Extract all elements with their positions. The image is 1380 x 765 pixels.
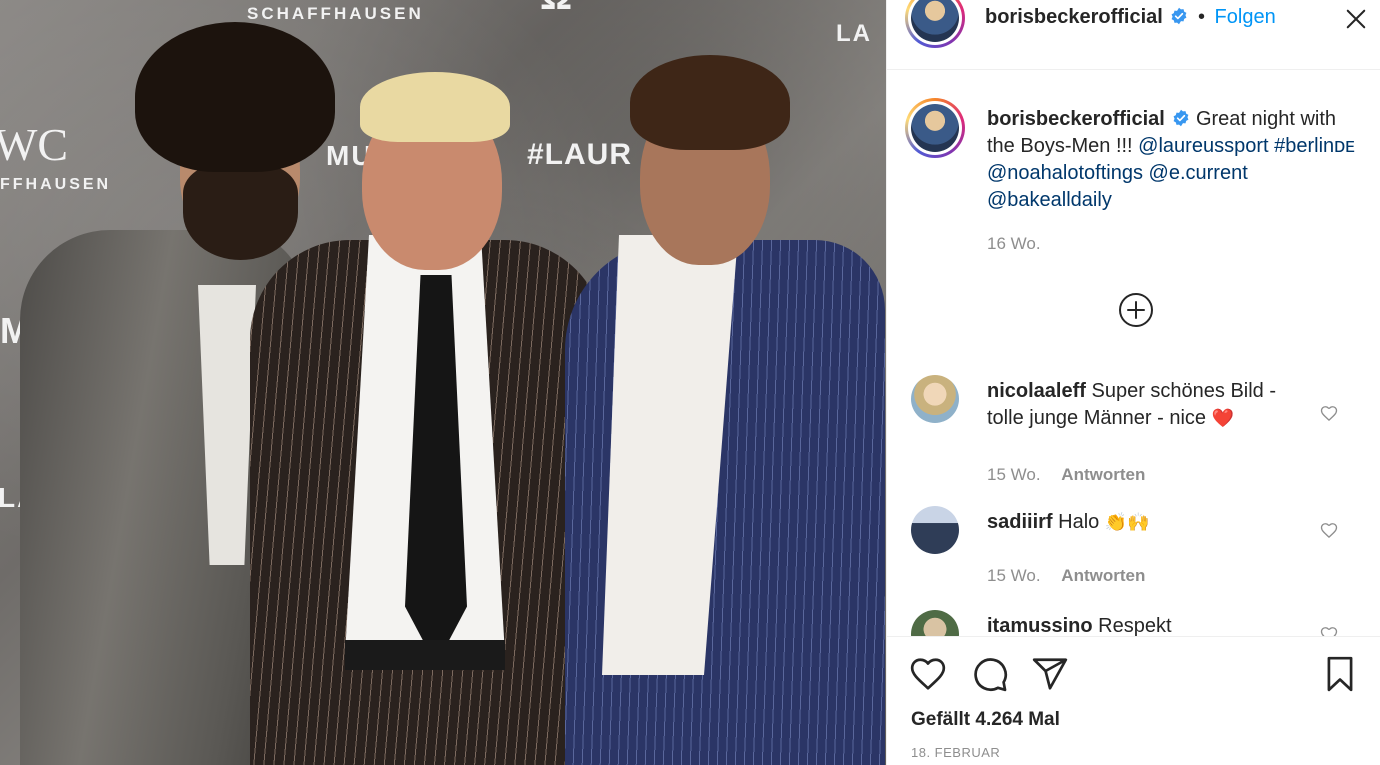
comment-text-line: itamussino Respekt xyxy=(987,613,1287,636)
post-photo[interactable]: SCHAFFHAUSEN WC FFHAUSEN #LAUR MU MU LAU… xyxy=(0,0,886,765)
comment-item: nicolaaleff Super schönes Bild - tolle j… xyxy=(911,375,1351,485)
backdrop-logo-la: LA xyxy=(836,20,872,47)
comment-username[interactable]: sadiiirf xyxy=(987,511,1053,533)
comment-text-line: nicolaaleff Super schönes Bild - tolle j… xyxy=(987,378,1287,432)
comment-item: sadiiirf Halo 👏🙌 15 Wo. Antworten xyxy=(911,506,1351,596)
heart-icon[interactable] xyxy=(909,655,947,693)
caption-tag-bakealldaily[interactable]: @bakealldaily xyxy=(987,189,1112,211)
person-middle-hair xyxy=(360,72,510,142)
share-icon[interactable] xyxy=(1031,655,1069,693)
comment-time[interactable]: 15 Wo. xyxy=(987,566,1041,585)
caption-tag-noahalotoftings[interactable]: @noahalotoftings xyxy=(987,162,1143,184)
bookmark-icon[interactable] xyxy=(1321,655,1359,693)
caption-text: borisbeckerofficial Great night with the… xyxy=(987,106,1362,214)
reply-button[interactable]: Antworten xyxy=(1061,465,1145,484)
backdrop-logo-omega: Ω xyxy=(540,0,574,19)
comment-text: Respekt xyxy=(1098,615,1172,636)
comment-meta: 15 Wo. Antworten xyxy=(987,465,1145,485)
comment-icon[interactable] xyxy=(971,655,1009,693)
comment-text: Halo xyxy=(1058,511,1100,533)
caption-tag-e-current[interactable]: @e.current xyxy=(1149,162,1248,184)
add-comments-icon[interactable] xyxy=(1118,292,1154,328)
post-actions: Gefällt 4.264 Mal 18. FEBRUAR xyxy=(887,636,1380,765)
caption-avatar[interactable] xyxy=(905,98,965,158)
follow-button[interactable]: Folgen xyxy=(1215,6,1276,28)
avatar-image xyxy=(911,104,959,152)
comment-heart-icon[interactable] xyxy=(1319,403,1339,423)
person-right-hair xyxy=(630,55,790,150)
header-user-line: borisbeckerofficial • Folgen xyxy=(985,6,1276,29)
post-date[interactable]: 18. FEBRUAR xyxy=(911,745,1000,760)
comment-username[interactable]: nicolaaleff xyxy=(987,380,1086,402)
post-header: borisbeckerofficial • Folgen xyxy=(887,0,1380,70)
header-avatar[interactable] xyxy=(905,0,965,48)
comment-heart-icon[interactable] xyxy=(1319,624,1339,636)
comment-meta: 15 Wo. Antworten xyxy=(987,566,1145,586)
caption-username[interactable]: borisbeckerofficial xyxy=(987,108,1165,130)
backdrop-logo-iwc: WC xyxy=(0,119,69,170)
comment-avatar[interactable] xyxy=(911,375,959,423)
person-middle-belt xyxy=(345,640,505,670)
verified-badge-icon xyxy=(1173,109,1189,127)
clap-emoji: 👏🙌 xyxy=(1104,512,1150,532)
verified-badge-icon xyxy=(1171,7,1187,25)
comments-list[interactable]: nicolaaleff Super schönes Bild - tolle j… xyxy=(887,360,1380,636)
caption-tag-laureussport[interactable]: @laureussport xyxy=(1138,135,1268,157)
comment-item: itamussino Respekt xyxy=(911,610,1351,636)
person-left-beard xyxy=(183,165,298,260)
heart-emoji: ❤️ xyxy=(1211,408,1234,428)
separator-dot: • xyxy=(1197,6,1205,28)
comment-heart-icon[interactable] xyxy=(1319,520,1339,540)
likes-count[interactable]: Gefällt 4.264 Mal xyxy=(911,709,1060,731)
post-side-panel: borisbeckerofficial • Folgen borisbecker… xyxy=(886,0,1380,765)
comment-text-line: sadiiirf Halo 👏🙌 xyxy=(987,509,1287,536)
caption-tag-berlin[interactable]: #berlinᴅᴇ xyxy=(1274,135,1355,157)
comment-time[interactable]: 15 Wo. xyxy=(987,465,1041,484)
backdrop-logo-laureus: #LAUR xyxy=(527,138,633,171)
backdrop-logo-schaffhausen: SCHAFFHAUSEN xyxy=(247,4,424,23)
caption-time[interactable]: 16 Wo. xyxy=(987,234,1041,254)
reply-button[interactable]: Antworten xyxy=(1061,566,1145,585)
comment-avatar[interactable] xyxy=(911,610,959,636)
close-icon[interactable] xyxy=(1345,8,1367,30)
person-left-hair xyxy=(135,22,335,172)
backdrop-logo-ffhausen: FFHAUSEN xyxy=(0,176,112,193)
comment-avatar[interactable] xyxy=(911,506,959,554)
comment-username[interactable]: itamussino xyxy=(987,615,1093,636)
header-username[interactable]: borisbeckerofficial xyxy=(985,6,1163,28)
